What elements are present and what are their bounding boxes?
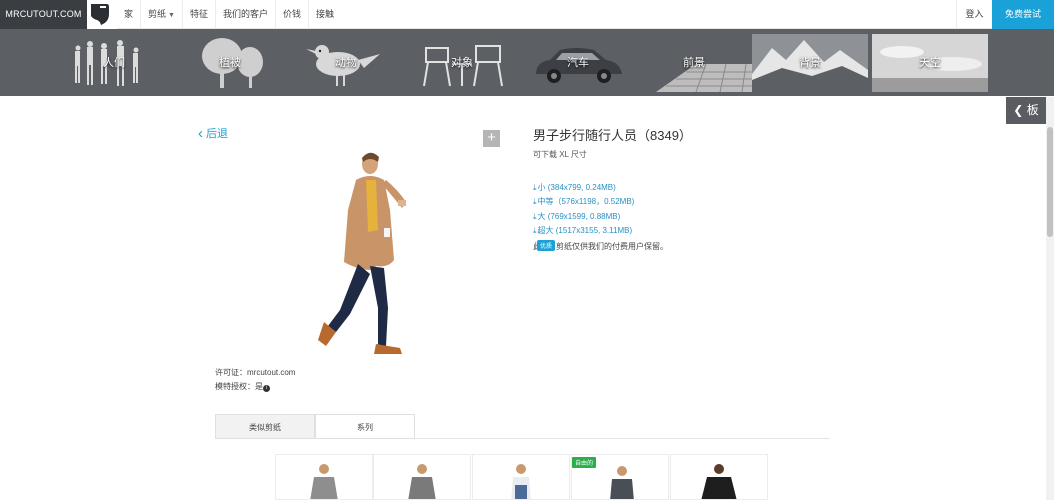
category-background[interactable]: 背景 <box>752 34 868 92</box>
similar-thumbnail[interactable] <box>373 454 471 500</box>
category-label: 人们 <box>103 57 125 69</box>
person-thumbnail-image <box>511 464 531 499</box>
category-label: 植被 <box>219 57 241 69</box>
category-animals[interactable]: 动物 <box>288 34 404 92</box>
category-label: 动物 <box>335 57 357 69</box>
nav-features[interactable]: 特征 <box>181 0 215 29</box>
tab-similar-cutouts[interactable]: 类似剪纸 <box>215 414 315 439</box>
category-label: 背景 <box>799 57 821 69</box>
person-thumbnail-image <box>310 464 338 499</box>
category-cars[interactable]: 汽车 <box>520 34 636 92</box>
add-to-board-button[interactable]: + <box>483 130 500 147</box>
license-text: 许可证：mrcutout.com <box>215 368 296 377</box>
category-vegetation[interactable]: 植被 <box>172 34 288 92</box>
category-people[interactable]: 人们 <box>56 34 172 92</box>
download-small-link[interactable]: ⤓小 (384x799, 0.24MB) <box>533 182 616 193</box>
logo-icon[interactable] <box>87 0 117 29</box>
category-label: 前景 <box>683 57 705 69</box>
free-trial-button[interactable]: 免费尝试 <box>992 0 1054 29</box>
person-thumbnail-image <box>701 464 737 499</box>
premium-note: 此优质剪纸仅供我们的付费用户保留。 <box>533 240 668 252</box>
board-side-tab[interactable]: ❮ 板 <box>1006 97 1046 124</box>
cutout-title: 男子步行随行人员（8349） <box>533 128 692 143</box>
model-release-text: 模特授权：是 i <box>215 381 270 392</box>
download-medium-link[interactable]: ⤓中等（576x1198，0.52MB) <box>533 196 634 207</box>
nav-pricing[interactable]: 价钱 <box>275 0 308 29</box>
person-thumbnail-image <box>610 466 634 499</box>
brand-name[interactable]: MRCUTOUT.COM <box>0 0 87 29</box>
category-foreground[interactable]: 前景 <box>636 34 752 92</box>
nav-home[interactable]: 家 <box>117 0 140 29</box>
download-large-link[interactable]: ⤓大 (769x1599, 0.88MB) <box>533 211 620 222</box>
similar-thumbnail[interactable] <box>275 454 373 500</box>
category-label: 对象 <box>451 57 473 69</box>
premium-badge: 优质 <box>537 240 556 251</box>
category-objects[interactable]: 对象 <box>404 34 520 92</box>
back-link[interactable]: ‹ 后退 <box>198 125 228 142</box>
cutout-subtitle: 可下载 XL 尺寸 <box>533 150 587 159</box>
download-icon: ⤓ <box>533 197 537 206</box>
download-xl-link[interactable]: ⤓超大 (1517x3155, 3.11MB) <box>533 225 632 236</box>
nav-customers[interactable]: 我们的客户 <box>214 0 275 29</box>
page-scrollbar[interactable] <box>1046 97 1054 500</box>
similar-thumbnail[interactable]: 自由的 <box>571 454 669 500</box>
cutout-preview-image <box>318 152 406 354</box>
main-nav: 家 剪纸 ▼ 特征 我们的客户 价钱 接触 <box>117 0 341 29</box>
similar-thumbnail[interactable] <box>670 454 768 500</box>
plus-icon: + <box>487 129 496 146</box>
category-label: 汽车 <box>567 57 589 69</box>
login-button[interactable]: 登入 <box>956 0 992 29</box>
tab-series[interactable]: 系列 <box>315 414 415 439</box>
info-icon[interactable]: i <box>263 385 270 392</box>
download-icon: ⤓ <box>533 212 537 221</box>
person-thumbnail-image <box>408 464 436 499</box>
nav-cutouts[interactable]: 剪纸 ▼ <box>140 0 182 29</box>
chevron-left-icon: ❮ <box>1013 103 1024 117</box>
category-strip: 人们 植被 动物 对象 汽车 前景 背景 天空 <box>0 29 1054 96</box>
download-icon: ⤓ <box>533 183 537 192</box>
top-navbar: MRCUTOUT.COM 家 剪纸 ▼ 特征 我们的客户 价钱 接触 登入 免费尝… <box>0 0 1054 29</box>
category-sky[interactable]: 天空 <box>872 34 988 92</box>
nav-contact[interactable]: 接触 <box>308 0 341 29</box>
similar-thumbnail[interactable] <box>472 454 570 500</box>
scrollbar-thumb[interactable] <box>1047 127 1053 237</box>
chevron-left-icon: ‹ <box>198 125 203 142</box>
category-label: 天空 <box>919 57 941 69</box>
download-icon: ⤓ <box>533 226 537 235</box>
chevron-down-icon: ▼ <box>168 12 175 19</box>
